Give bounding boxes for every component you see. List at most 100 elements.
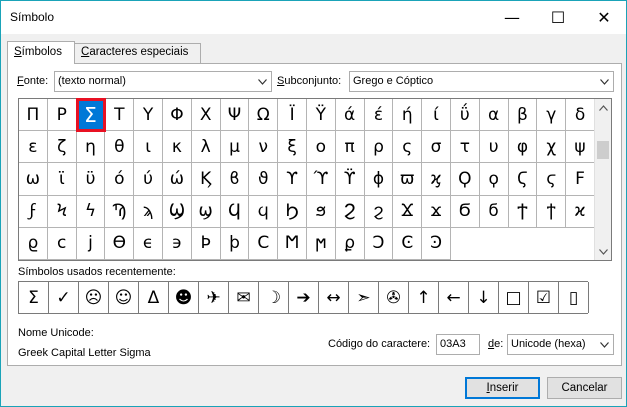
symbol-cell[interactable]: γ	[537, 99, 567, 132]
symbol-cell[interactable]: ρ	[364, 131, 394, 164]
symbol-cell[interactable]: Ͽ	[422, 227, 451, 260]
symbol-cell[interactable]: ϒ	[278, 163, 307, 196]
symbol-cell[interactable]: η	[76, 131, 106, 164]
symbol-cell[interactable]: ϛ	[537, 163, 567, 196]
symbol-cell[interactable]: ϟ	[76, 195, 106, 228]
symbol-cell[interactable]: θ	[105, 131, 135, 164]
symbol-cell[interactable]: ΰ	[450, 99, 480, 132]
symbol-cell[interactable]: χ	[537, 131, 567, 164]
subset-select[interactable]: Grego e Cóptico	[349, 71, 614, 92]
symbol-cell[interactable]: ω	[19, 163, 48, 196]
code-type-select[interactable]: Unicode (hexa)	[507, 334, 614, 355]
scroll-down-icon[interactable]	[595, 243, 611, 260]
recent-symbol-cell[interactable]: ←	[439, 282, 469, 313]
symbol-cell[interactable]: ϝ	[19, 195, 48, 228]
symbol-cell[interactable]: ϩ	[364, 195, 394, 228]
symbol-cell[interactable]: Ͻ	[364, 227, 394, 260]
symbol-cell[interactable]: τ	[450, 131, 480, 164]
tab-special-characters[interactable]: Caracteres especiais	[75, 43, 201, 63]
symbol-cell[interactable]: σ	[422, 131, 451, 164]
recent-symbol-cell[interactable]: ↓	[469, 282, 499, 313]
recent-symbol-cell[interactable]: ☑	[529, 282, 559, 313]
recent-symbol-cell[interactable]: ➣	[349, 282, 379, 313]
symbol-cell[interactable]: ϳ	[76, 227, 106, 260]
recent-symbol-cell[interactable]: Σ	[19, 282, 49, 313]
recent-symbol-cell[interactable]: ✉	[229, 282, 259, 313]
symbol-cell[interactable]: Ϟ	[47, 195, 77, 228]
symbol-cell[interactable]: ϼ	[335, 227, 365, 260]
symbol-cell[interactable]: Ω	[249, 99, 279, 132]
symbol-cell[interactable]: Ψ	[220, 99, 250, 132]
recent-symbol-cell[interactable]: ✈	[199, 282, 229, 313]
symbol-grid[interactable]: ΠΡΣΤΥΦΧΨΩΪΫάέήίΰαβγδ εζηθικλμνξοπρςστυφχψ…	[19, 97, 595, 260]
symbol-cell[interactable]: ϥ	[249, 195, 279, 228]
symbol-cell[interactable]: Χ	[191, 99, 221, 132]
symbol-cell[interactable]: Ϛ	[508, 163, 538, 196]
recent-symbol-cell[interactable]: ✓	[49, 282, 79, 313]
symbol-cell[interactable]: ϗ	[422, 163, 451, 196]
symbol-cell[interactable]: Ϥ	[220, 195, 250, 228]
symbol-cell[interactable]: Ϭ	[450, 195, 480, 228]
symbol-cell[interactable]: ϵ	[134, 227, 163, 260]
symbol-cell[interactable]: ϔ	[335, 163, 365, 196]
symbol-cell[interactable]: Π	[19, 99, 48, 132]
symbol-cell[interactable]: ϸ	[220, 227, 250, 260]
symbol-cell[interactable]: Ϡ	[105, 195, 135, 228]
recent-symbol-cell[interactable]: ↔	[319, 282, 349, 313]
symbol-cell[interactable]: κ	[162, 131, 192, 164]
symbol-cell[interactable]: Ϋ	[306, 99, 336, 132]
symbol-cell[interactable]: ψ	[566, 131, 595, 164]
recent-symbol-cell[interactable]: ☹	[79, 282, 109, 313]
symbol-cell[interactable]: ύ	[134, 163, 163, 196]
symbol-cell[interactable]: Υ	[134, 99, 163, 132]
minimize-button[interactable]: —	[489, 1, 535, 34]
symbol-cell[interactable]: ϕ	[364, 163, 394, 196]
symbol-cell[interactable]: ϻ	[306, 227, 336, 260]
symbol-cell[interactable]: ϊ	[47, 163, 77, 196]
symbol-cell[interactable]: ϭ	[479, 195, 509, 228]
symbol-cell[interactable]: ϶	[162, 227, 192, 260]
symbol-cell[interactable]: β	[508, 99, 538, 132]
symbol-cell[interactable]: ή	[393, 99, 423, 132]
symbol-cell[interactable]: ϡ	[134, 195, 163, 228]
symbol-cell[interactable]: Ϯ	[508, 195, 538, 228]
symbol-cell[interactable]: Τ	[105, 99, 135, 132]
symbol-cell[interactable]: ξ	[278, 131, 307, 164]
scrollbar-thumb[interactable]	[597, 141, 609, 159]
recent-symbol-cell[interactable]: Δ	[139, 282, 169, 313]
symbol-cell[interactable]: π	[335, 131, 365, 164]
symbol-cell[interactable]: ζ	[47, 131, 77, 164]
symbol-cell[interactable]: Ρ	[47, 99, 77, 132]
symbol-cell[interactable]: ϑ	[249, 163, 279, 196]
recent-symbol-cell[interactable]: ☽	[259, 282, 289, 313]
symbol-cell[interactable]: Ϲ	[249, 227, 279, 260]
symbol-cell[interactable]: φ	[508, 131, 538, 164]
symbol-cell[interactable]: Ϫ	[393, 195, 423, 228]
recent-symbol-cell[interactable]: ✇	[379, 282, 409, 313]
char-code-input[interactable]: 03A3	[436, 334, 480, 355]
symbol-cell[interactable]: Ϝ	[566, 163, 595, 196]
symbol-cell[interactable]: ϙ	[479, 163, 509, 196]
symbol-cell[interactable]: ώ	[162, 163, 192, 196]
recent-symbol-cell[interactable]: ▯	[559, 282, 589, 313]
recent-symbol-cell[interactable]: ➔	[289, 282, 319, 313]
symbol-cell-selected[interactable]: Σ	[75, 97, 107, 133]
symbol-cell[interactable]: Ϩ	[335, 195, 365, 228]
symbol-cell[interactable]: ϓ	[306, 163, 336, 196]
close-button[interactable]: ✕	[581, 1, 627, 34]
symbol-cell[interactable]: Φ	[162, 99, 192, 132]
recent-symbol-cell[interactable]: ↑	[409, 282, 439, 313]
symbol-cell[interactable]: ϧ	[306, 195, 336, 228]
symbol-cell[interactable]: Ϧ	[278, 195, 307, 228]
cancel-button[interactable]: Cancelar	[547, 377, 622, 399]
symbol-cell[interactable]: ϋ	[76, 163, 106, 196]
symbol-cell[interactable]: ό	[105, 163, 135, 196]
symbol-cell[interactable]: ϐ	[220, 163, 250, 196]
symbol-cell[interactable]: ϲ	[47, 227, 77, 260]
symbol-cell[interactable]: ϫ	[422, 195, 451, 228]
tab-symbols[interactable]: Símbolos	[7, 41, 75, 64]
symbol-cell[interactable]: μ	[220, 131, 250, 164]
maximize-button[interactable]: ☐	[535, 1, 581, 34]
symbol-cell[interactable]: υ	[479, 131, 509, 164]
symbol-cell[interactable]: ϰ	[566, 195, 595, 228]
